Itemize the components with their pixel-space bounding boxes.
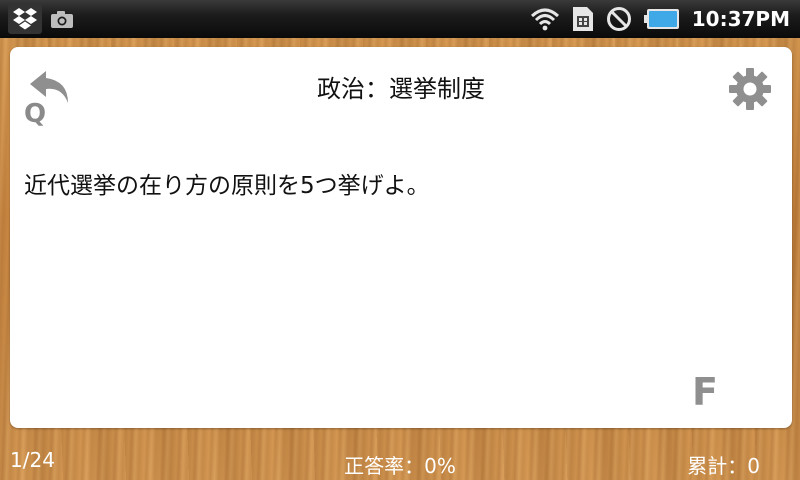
card-title: 政治：選挙制度 — [317, 75, 485, 103]
total-count: 累計：0 — [687, 454, 760, 478]
flash-card[interactable]: Q 政治：選挙制度 近代選挙の在り方の原則を5つ挙げよ。 F — [10, 47, 792, 428]
footer-bar: 1/24 正答率：0% 累計：0 — [0, 440, 800, 480]
gear-icon — [729, 68, 771, 110]
status-bar: 10:37PM — [0, 0, 800, 38]
camera-icon — [50, 9, 74, 29]
settings-button[interactable] — [726, 65, 774, 113]
no-signal-icon — [606, 6, 632, 32]
clock: 10:37PM — [691, 7, 790, 31]
battery-icon — [643, 7, 680, 31]
flip-button[interactable]: F — [692, 370, 718, 414]
dropbox-icon — [8, 4, 42, 34]
question-text: 近代選挙の在り方の原則を5つ挙げよ。 — [24, 173, 430, 199]
sim-card-icon — [572, 6, 594, 32]
wifi-icon — [530, 7, 560, 31]
correct-rate: 正答率：0% — [344, 454, 456, 478]
